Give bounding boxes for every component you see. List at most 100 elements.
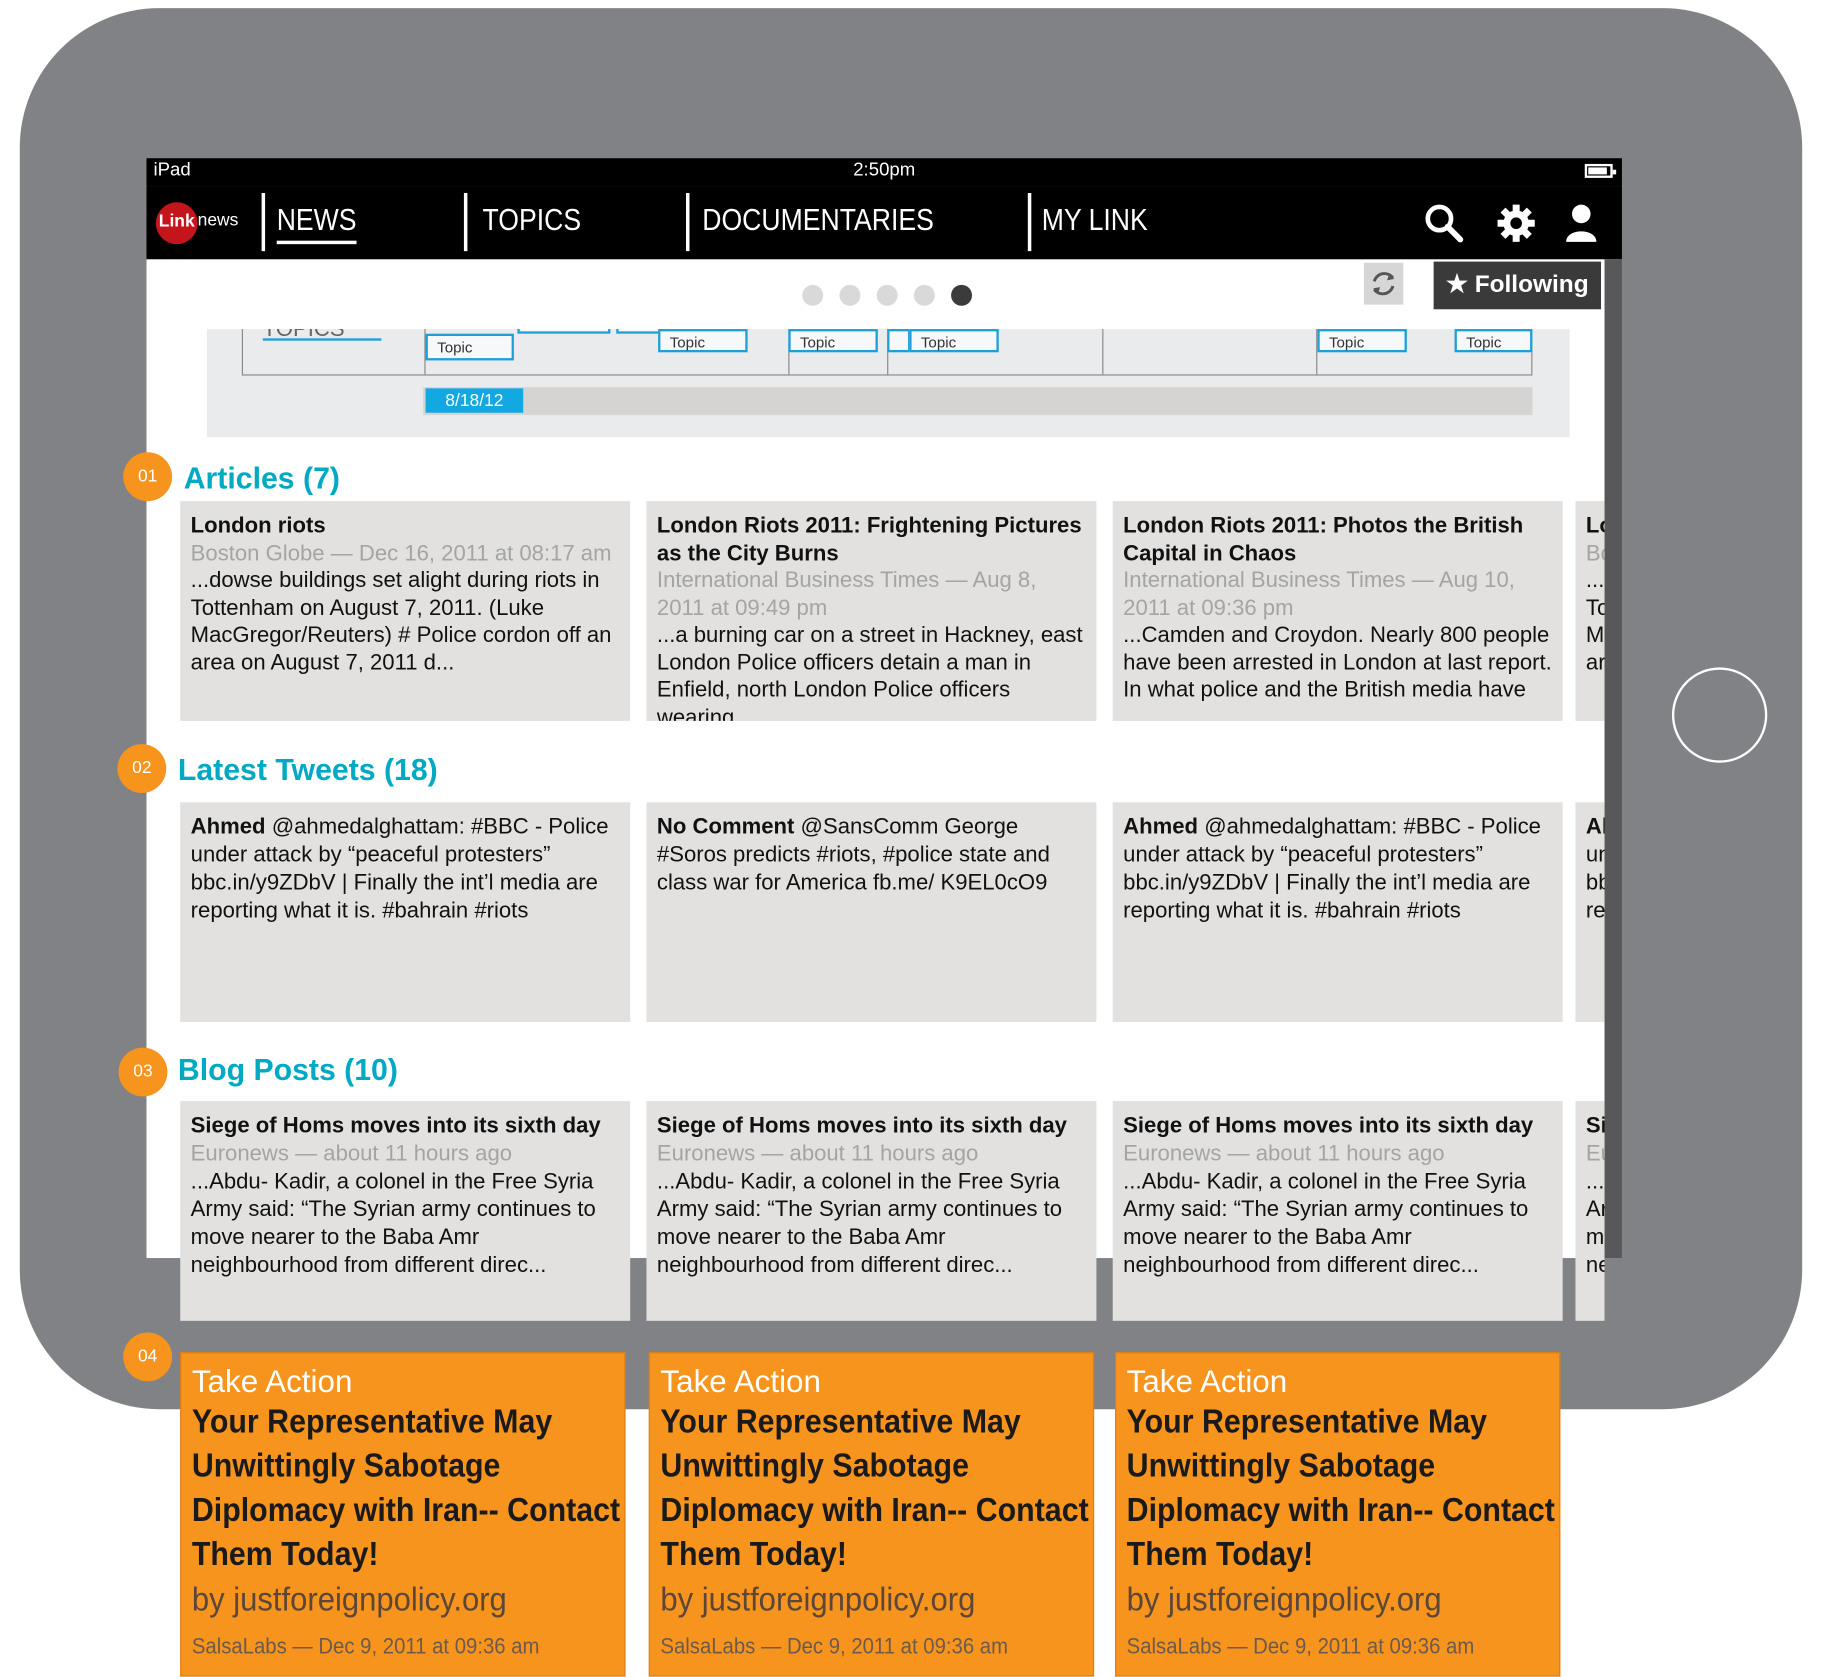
tweet-author: Ahmed	[1585, 815, 1605, 840]
article-title: London Riots 2011: Frightening Pictures …	[656, 513, 1082, 566]
search-icon[interactable]	[1423, 202, 1465, 244]
nav-news[interactable]: NEWS	[276, 202, 357, 245]
blog-title: Siege of Homs moves into its sixth day	[190, 1113, 601, 1139]
article-snippet: ...Camden and Croydon. Nearly 800 people…	[1123, 623, 1552, 703]
timeline-topic[interactable]: Topic	[425, 333, 514, 361]
top-nav: Link news NEWS TOPICS DOCUMENTARIES MY L…	[146, 186, 1622, 260]
nav-separator	[1027, 193, 1032, 252]
action-label: Take Action	[660, 1363, 821, 1399]
blog-card-partial[interactable]: Siege of Homs moves into its sixth day E…	[1575, 1101, 1605, 1321]
scrollbar[interactable]	[1604, 259, 1622, 1259]
article-snippet: ...dowse buildings set alight during rio…	[1585, 568, 1605, 675]
section-badge: 01	[123, 452, 173, 502]
timeline-heading-underline	[262, 338, 382, 341]
tweet-card[interactable]: Ahmed @ahmedalghattam: #BBC - Police und…	[180, 802, 631, 1023]
nav-documentaries[interactable]: DOCUMENTARIES	[702, 202, 934, 238]
action-meta: SalsaLabs — Dec 9, 2011 at 09:36 am	[660, 1634, 1009, 1660]
pager-dot-active[interactable]	[951, 284, 973, 306]
article-meta: Boston Globe — Dec 16, 2011 at 08:17 am	[190, 541, 612, 566]
article-snippet: ...dowse buildings set alight during rio…	[190, 568, 612, 675]
logo-wordmark: news	[197, 210, 239, 231]
blog-meta: Euronews — about 11 hours ago	[656, 1141, 979, 1167]
timeline-topic[interactable]	[616, 329, 663, 334]
pager-dot[interactable]	[802, 284, 824, 306]
blog-title: Siege of Homs moves into its sixth day	[1123, 1113, 1534, 1139]
article-meta: International Business Times — Aug 8, 20…	[656, 568, 1037, 621]
nav-my-link[interactable]: MY LINK	[1042, 202, 1148, 238]
action-label: Take Action	[1126, 1363, 1288, 1399]
blog-card[interactable]: Siege of Homs moves into its sixth day E…	[1112, 1101, 1563, 1321]
article-title: London Riots 2011: Photos the British Ca…	[1123, 513, 1524, 566]
timeline-topic[interactable]	[517, 329, 611, 334]
action-card[interactable]: Take Action Your Representative May Unwi…	[1115, 1352, 1561, 1677]
action-headline: Your Representative May Unwittingly Sabo…	[660, 1403, 1089, 1574]
tweet-author: Ahmed	[190, 815, 266, 840]
nav-separator	[463, 193, 468, 252]
timeline-date[interactable]: 8/18/12	[425, 388, 524, 413]
blog-snippet: ...Abdu- Kadir, a colonel in the Free Sy…	[1123, 1169, 1529, 1278]
tweet-author: No Comment	[656, 815, 795, 840]
timeline-topic[interactable]: Topic	[788, 329, 878, 353]
article-card[interactable]: London Riots 2011: Photos the British Ca…	[1112, 501, 1563, 721]
nav-topics[interactable]: TOPICS	[483, 202, 582, 238]
status-bar: iPad 2:50pm	[146, 158, 1622, 187]
action-card[interactable]: Take Action Your Representative May Unwi…	[180, 1352, 626, 1677]
tweet-card[interactable]: Ahmed @ahmedalghattam: #BBC - Police und…	[1112, 802, 1563, 1023]
timeline-tick	[1102, 329, 1104, 375]
pager-dot[interactable]	[913, 284, 935, 306]
user-icon[interactable]	[1563, 202, 1600, 244]
action-meta: SalsaLabs — Dec 9, 2011 at 09:36 am	[191, 1634, 540, 1660]
timeline-topic[interactable]: Topic	[1454, 329, 1533, 353]
timeline-topic[interactable]	[887, 329, 911, 353]
pager-dot[interactable]	[839, 284, 861, 306]
articles-heading[interactable]: Articles (7)	[184, 460, 340, 496]
blog-card[interactable]: Siege of Homs moves into its sixth day E…	[646, 1101, 1097, 1321]
timeline-topic[interactable]: Topic	[658, 329, 748, 353]
topic-timeline: TOPICS Topic Topic Topic Topic Topic Top…	[206, 329, 1570, 438]
tweet-card[interactable]: No Comment @SansComm George #Soros predi…	[646, 802, 1097, 1023]
blog-card[interactable]: Siege of Homs moves into its sixth day E…	[180, 1101, 631, 1321]
tweets-heading[interactable]: Latest Tweets (18)	[178, 752, 438, 788]
blog-meta: Euronews — about 11 hours ago	[1123, 1141, 1445, 1167]
timeline-track[interactable]	[423, 387, 1533, 416]
article-card-partial[interactable]: London riots Boston Globe — Dec 16, 2011…	[1575, 501, 1605, 721]
action-label: Take Action	[191, 1363, 353, 1399]
blog-title: Siege of Homs moves into its sixth day	[1585, 1113, 1605, 1139]
pager-dot[interactable]	[876, 284, 898, 306]
action-card[interactable]: Take Action Your Representative May Unwi…	[648, 1352, 1095, 1677]
article-title: London riots	[190, 513, 326, 539]
action-meta: SalsaLabs — Dec 9, 2011 at 09:36 am	[1126, 1634, 1475, 1660]
blog-meta: Euronews — about 11 hours ago	[1585, 1141, 1605, 1167]
action-headline: Your Representative May Unwittingly Sabo…	[191, 1403, 621, 1574]
home-button[interactable]	[1671, 667, 1768, 763]
blogs-heading[interactable]: Blog Posts (10)	[178, 1052, 398, 1088]
timeline-axis	[241, 374, 1533, 376]
action-source: by justforeignpolicy.org	[191, 1581, 507, 1619]
timeline-topic[interactable]: Topic	[909, 329, 999, 353]
refresh-icon	[1372, 272, 1395, 296]
refresh-button[interactable]	[1363, 262, 1404, 305]
action-source: by justforeignpolicy.org	[1126, 1581, 1442, 1619]
article-title: London riots	[1585, 513, 1605, 539]
blog-snippet: ...Abdu- Kadir, a colonel in the Free Sy…	[190, 1169, 596, 1278]
gear-icon[interactable]	[1495, 202, 1537, 244]
blog-snippet: ...Abdu- Kadir, a colonel in the Free Sy…	[656, 1169, 1063, 1278]
article-card[interactable]: London riots Boston Globe — Dec 16, 2011…	[180, 501, 631, 721]
action-headline: Your Representative May Unwittingly Sabo…	[1126, 1403, 1555, 1574]
logo[interactable]: Link	[155, 202, 198, 245]
section-badge: 02	[117, 744, 167, 793]
section-badge: 03	[118, 1047, 168, 1097]
article-card[interactable]: London Riots 2011: Frightening Pictures …	[646, 501, 1097, 721]
following-button[interactable]: ★ Following	[1433, 261, 1602, 310]
section-badge: 04	[123, 1332, 173, 1382]
tweet-author: Ahmed	[1123, 815, 1199, 840]
blog-snippet: ...Abdu- Kadir, a colonel in the Free Sy…	[1585, 1169, 1605, 1278]
article-snippet: ...a burning car on a street in Hackney,…	[656, 623, 1083, 721]
timeline-topic[interactable]: Topic	[1317, 329, 1407, 353]
tweet-card-partial[interactable]: Ahmed @ahmedalghattam: #BBC - Police und…	[1575, 802, 1605, 1023]
blog-title: Siege of Homs moves into its sixth day	[656, 1113, 1067, 1139]
action-source: by justforeignpolicy.org	[660, 1581, 976, 1619]
clock: 2:50pm	[853, 160, 916, 181]
blog-meta: Euronews — about 11 hours ago	[190, 1141, 513, 1167]
nav-separator	[261, 193, 266, 252]
